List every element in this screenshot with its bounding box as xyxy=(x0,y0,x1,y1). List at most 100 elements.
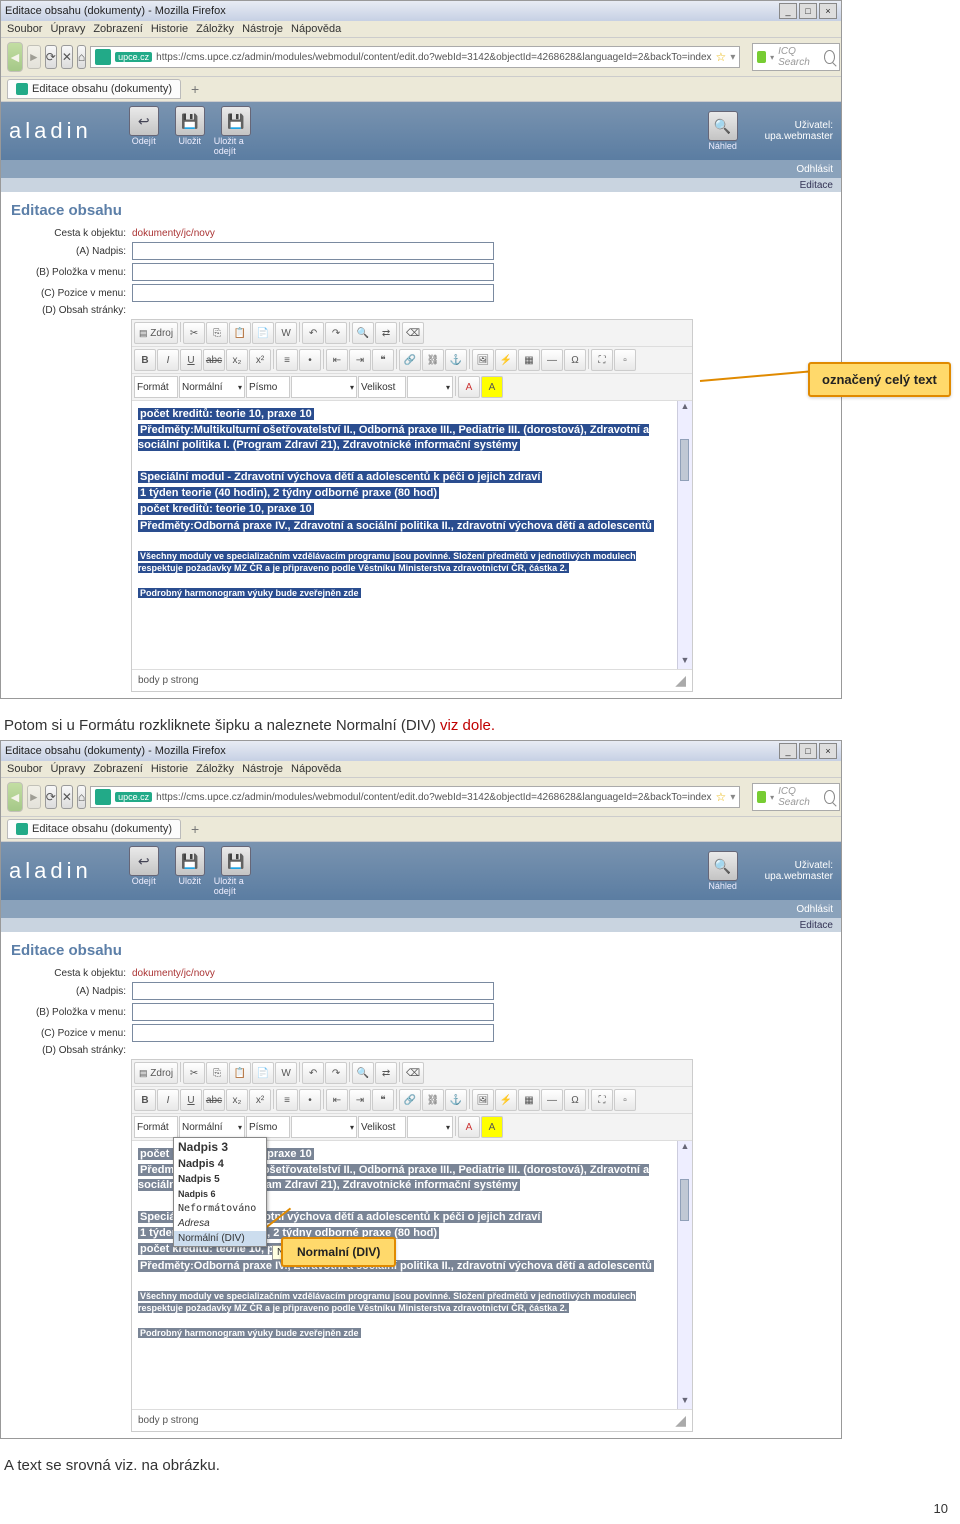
source-button[interactable]: ▤ Zdroj xyxy=(134,1062,178,1084)
link-icon[interactable]: 🔗 xyxy=(399,349,421,371)
format-option[interactable]: Neformátováno xyxy=(174,1201,266,1216)
format-value[interactable]: Normální▾ xyxy=(179,376,245,398)
resize-handle-icon[interactable]: ◢ xyxy=(675,672,686,689)
search-engine-icon[interactable] xyxy=(757,791,766,803)
maximize-button[interactable]: □ xyxy=(799,743,817,759)
logout-link[interactable]: Odhlásit xyxy=(796,904,833,915)
outdent-icon[interactable]: ⇤ xyxy=(326,1089,348,1111)
bold-icon[interactable]: B xyxy=(134,349,156,371)
remove-format-icon[interactable]: ⌫ xyxy=(402,1062,424,1084)
format-value[interactable]: Normální▾ xyxy=(179,1116,245,1138)
underline-icon[interactable]: U xyxy=(180,1089,202,1111)
editor-body[interactable]: počet kreditů: teorie 10, praxe 10 Předm… xyxy=(132,1141,677,1409)
browser-tab[interactable]: Editace obsahu (dokumenty) xyxy=(7,819,181,839)
format-option[interactable]: Adresa xyxy=(174,1216,266,1231)
toolbar-save[interactable]: 💾Uložit xyxy=(168,846,212,896)
bookmark-star-icon[interactable]: ☆ xyxy=(716,790,727,804)
paste-icon[interactable]: 📋 xyxy=(229,1062,251,1084)
toolbar-save[interactable]: 💾Uložit xyxy=(168,106,212,156)
new-tab-button[interactable]: + xyxy=(185,819,205,839)
format-option[interactable]: Nadpis 6 xyxy=(174,1187,266,1201)
strike-icon[interactable]: abc xyxy=(203,349,225,371)
search-engine-icon[interactable] xyxy=(757,51,766,63)
font-select[interactable]: Písmo xyxy=(246,1116,290,1138)
copy-icon[interactable]: ⎘ xyxy=(206,1062,228,1084)
ol-icon[interactable]: ≡ xyxy=(276,349,298,371)
browser-tab[interactable]: Editace obsahu (dokumenty) xyxy=(7,79,181,99)
hr-icon[interactable]: — xyxy=(541,1089,563,1111)
search-dropdown-icon[interactable]: ▾ xyxy=(770,53,774,62)
maximize-icon[interactable]: ⛶ xyxy=(591,349,613,371)
menu-bookmarks[interactable]: Záložky xyxy=(196,23,234,35)
paste-word-icon[interactable]: W xyxy=(275,1062,297,1084)
link-icon[interactable]: 🔗 xyxy=(399,1089,421,1111)
format-select[interactable]: Formát xyxy=(134,376,178,398)
close-button[interactable]: × xyxy=(819,3,837,19)
undo-icon[interactable]: ↶ xyxy=(302,1062,324,1084)
size-value[interactable]: ▾ xyxy=(407,1116,453,1138)
format-option[interactable]: Nadpis 4 xyxy=(174,1156,266,1172)
maximize-icon[interactable]: ⛶ xyxy=(591,1089,613,1111)
menu-file[interactable]: Soubor xyxy=(7,23,42,35)
input-pozice[interactable] xyxy=(132,284,494,302)
bg-color-icon[interactable]: A xyxy=(481,1116,503,1138)
menu-view[interactable]: Zobrazení xyxy=(93,23,143,35)
input-pozice[interactable] xyxy=(132,1024,494,1042)
menu-bookmarks[interactable]: Záložky xyxy=(196,763,234,775)
format-option-normal-div[interactable]: Normální (DIV) xyxy=(174,1231,266,1246)
flash-icon[interactable]: ⚡ xyxy=(495,349,517,371)
bookmark-star-icon[interactable]: ☆ xyxy=(716,50,727,64)
home-button[interactable]: ⌂ xyxy=(77,785,86,809)
bg-color-icon[interactable]: A xyxy=(481,376,503,398)
cut-icon[interactable]: ✂ xyxy=(183,322,205,344)
redo-icon[interactable]: ↷ xyxy=(325,1062,347,1084)
subscript-icon[interactable]: x₂ xyxy=(226,349,248,371)
size-value[interactable]: ▾ xyxy=(407,376,453,398)
outdent-icon[interactable]: ⇤ xyxy=(326,349,348,371)
replace-icon[interactable]: ⇄ xyxy=(375,322,397,344)
forward-button[interactable]: ► xyxy=(27,785,41,809)
copy-icon[interactable]: ⎘ xyxy=(206,322,228,344)
font-value[interactable]: ▾ xyxy=(291,376,357,398)
menu-view[interactable]: Zobrazení xyxy=(93,763,143,775)
toolbar-preview[interactable]: 🔍Náhled xyxy=(701,851,745,891)
toolbar-save-leave[interactable]: 💾Uložit a odejít xyxy=(214,846,258,896)
home-button[interactable]: ⌂ xyxy=(77,45,86,69)
minimize-button[interactable]: _ xyxy=(779,743,797,759)
subscript-icon[interactable]: x₂ xyxy=(226,1089,248,1111)
replace-icon[interactable]: ⇄ xyxy=(375,1062,397,1084)
url-dropdown-icon[interactable]: ▾ xyxy=(730,792,735,803)
indent-icon[interactable]: ⇥ xyxy=(349,349,371,371)
input-polozka[interactable] xyxy=(132,263,494,281)
format-dropdown[interactable]: Nadpis 3 Nadpis 4 Nadpis 5 Nadpis 6 Nefo… xyxy=(173,1137,267,1247)
paste-icon[interactable]: 📋 xyxy=(229,322,251,344)
search-dropdown-icon[interactable]: ▾ xyxy=(770,793,774,802)
scroll-up-icon[interactable]: ▲ xyxy=(678,401,692,415)
unlink-icon[interactable]: ⛓ xyxy=(422,1089,444,1111)
minimize-button[interactable]: _ xyxy=(779,3,797,19)
menu-help[interactable]: Nápověda xyxy=(291,763,341,775)
unlink-icon[interactable]: ⛓ xyxy=(422,349,444,371)
menu-file[interactable]: Soubor xyxy=(7,763,42,775)
path-value[interactable]: dokumenty/jc/novy xyxy=(132,228,215,239)
reload-button[interactable]: ⟳ xyxy=(45,45,57,69)
stop-button[interactable]: ✕ xyxy=(61,785,73,809)
format-option[interactable]: Nadpis 3 xyxy=(174,1138,266,1156)
url-bar[interactable]: upce.cz https://cms.upce.cz/admin/module… xyxy=(90,786,740,808)
input-nadpis[interactable] xyxy=(132,242,494,260)
ol-icon[interactable]: ≡ xyxy=(276,1089,298,1111)
forward-button[interactable]: ► xyxy=(27,45,41,69)
toolbar-leave[interactable]: ↩Odejít xyxy=(122,846,166,896)
special-char-icon[interactable]: Ω xyxy=(564,349,586,371)
format-select[interactable]: Formát xyxy=(134,1116,178,1138)
text-color-icon[interactable]: A xyxy=(458,1116,480,1138)
strike-icon[interactable]: abc xyxy=(203,1089,225,1111)
italic-icon[interactable]: I xyxy=(157,349,179,371)
bold-icon[interactable]: B xyxy=(134,1089,156,1111)
editor-scrollbar[interactable]: ▲ ▼ xyxy=(677,1141,692,1409)
flash-icon[interactable]: ⚡ xyxy=(495,1089,517,1111)
back-button[interactable]: ◄ xyxy=(7,42,23,72)
url-bar[interactable]: upce.cz https://cms.upce.cz/admin/module… xyxy=(90,46,740,68)
underline-icon[interactable]: U xyxy=(180,349,202,371)
ul-icon[interactable]: • xyxy=(299,349,321,371)
